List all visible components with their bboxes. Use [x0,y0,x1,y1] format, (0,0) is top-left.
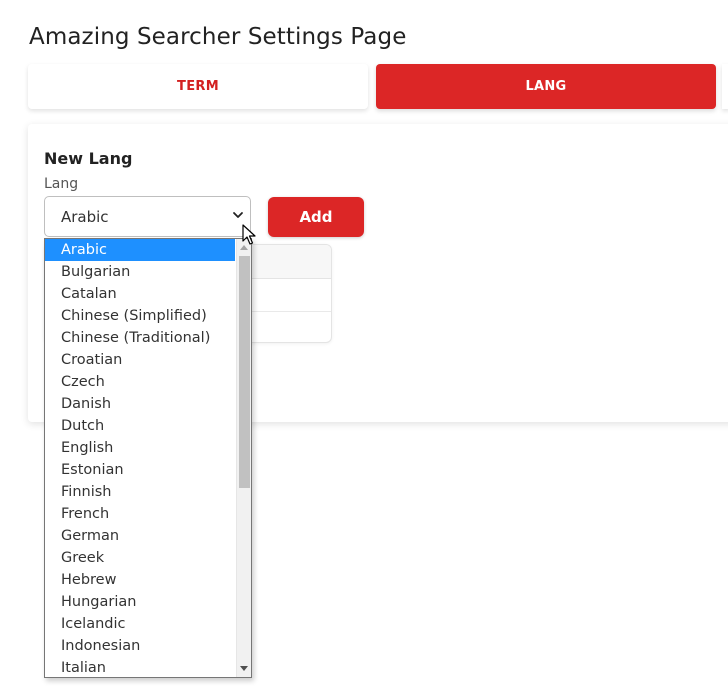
dropdown-option-italian[interactable]: Italian [45,657,235,677]
lang-select[interactable]: Arabic [44,196,251,237]
scroll-down-arrow-icon[interactable] [240,666,248,671]
lang-field-label: Lang [44,176,79,192]
dropdown-scrollbar[interactable] [236,239,251,677]
section-title: New Lang [44,149,133,168]
dropdown-option-german[interactable]: German [45,525,235,547]
dropdown-option-hungarian[interactable]: Hungarian [45,591,235,613]
dropdown-option-estonian[interactable]: Estonian [45,459,235,481]
tab-lang-label: LANG [525,79,567,94]
dropdown-option-french[interactable]: French [45,503,235,525]
mouse-pointer-icon [242,224,256,245]
dropdown-option-indonesian[interactable]: Indonesian [45,635,235,657]
dropdown-option-danish[interactable]: Danish [45,393,235,415]
chevron-down-icon [233,212,243,218]
dropdown-option-croatian[interactable]: Croatian [45,349,235,371]
page-title: Amazing Searcher Settings Page [29,24,407,50]
scrollbar-thumb[interactable] [239,256,250,488]
dropdown-option-chinese-traditional[interactable]: Chinese (Traditional) [45,327,235,349]
dropdown-option-bulgarian[interactable]: Bulgarian [45,261,235,283]
dropdown-option-hebrew[interactable]: Hebrew [45,569,235,591]
tab-term[interactable]: TERM [28,64,368,109]
lang-dropdown-list[interactable]: Arabic Bulgarian Catalan Chinese (Simpli… [44,238,252,678]
dropdown-option-greek[interactable]: Greek [45,547,235,569]
dropdown-option-icelandic[interactable]: Icelandic [45,613,235,635]
dropdown-option-catalan[interactable]: Catalan [45,283,235,305]
tab-overflow-edge [722,64,728,109]
add-button-label: Add [299,208,333,226]
dropdown-option-english[interactable]: English [45,437,235,459]
dropdown-option-arabic[interactable]: Arabic [45,239,235,261]
dropdown-option-finnish[interactable]: Finnish [45,481,235,503]
lang-select-value: Arabic [61,207,109,226]
dropdown-option-chinese-simplified[interactable]: Chinese (Simplified) [45,305,235,327]
dropdown-option-czech[interactable]: Czech [45,371,235,393]
tab-term-label: TERM [177,79,219,94]
add-button[interactable]: Add [268,197,364,237]
tab-lang[interactable]: LANG [376,64,716,109]
dropdown-option-dutch[interactable]: Dutch [45,415,235,437]
